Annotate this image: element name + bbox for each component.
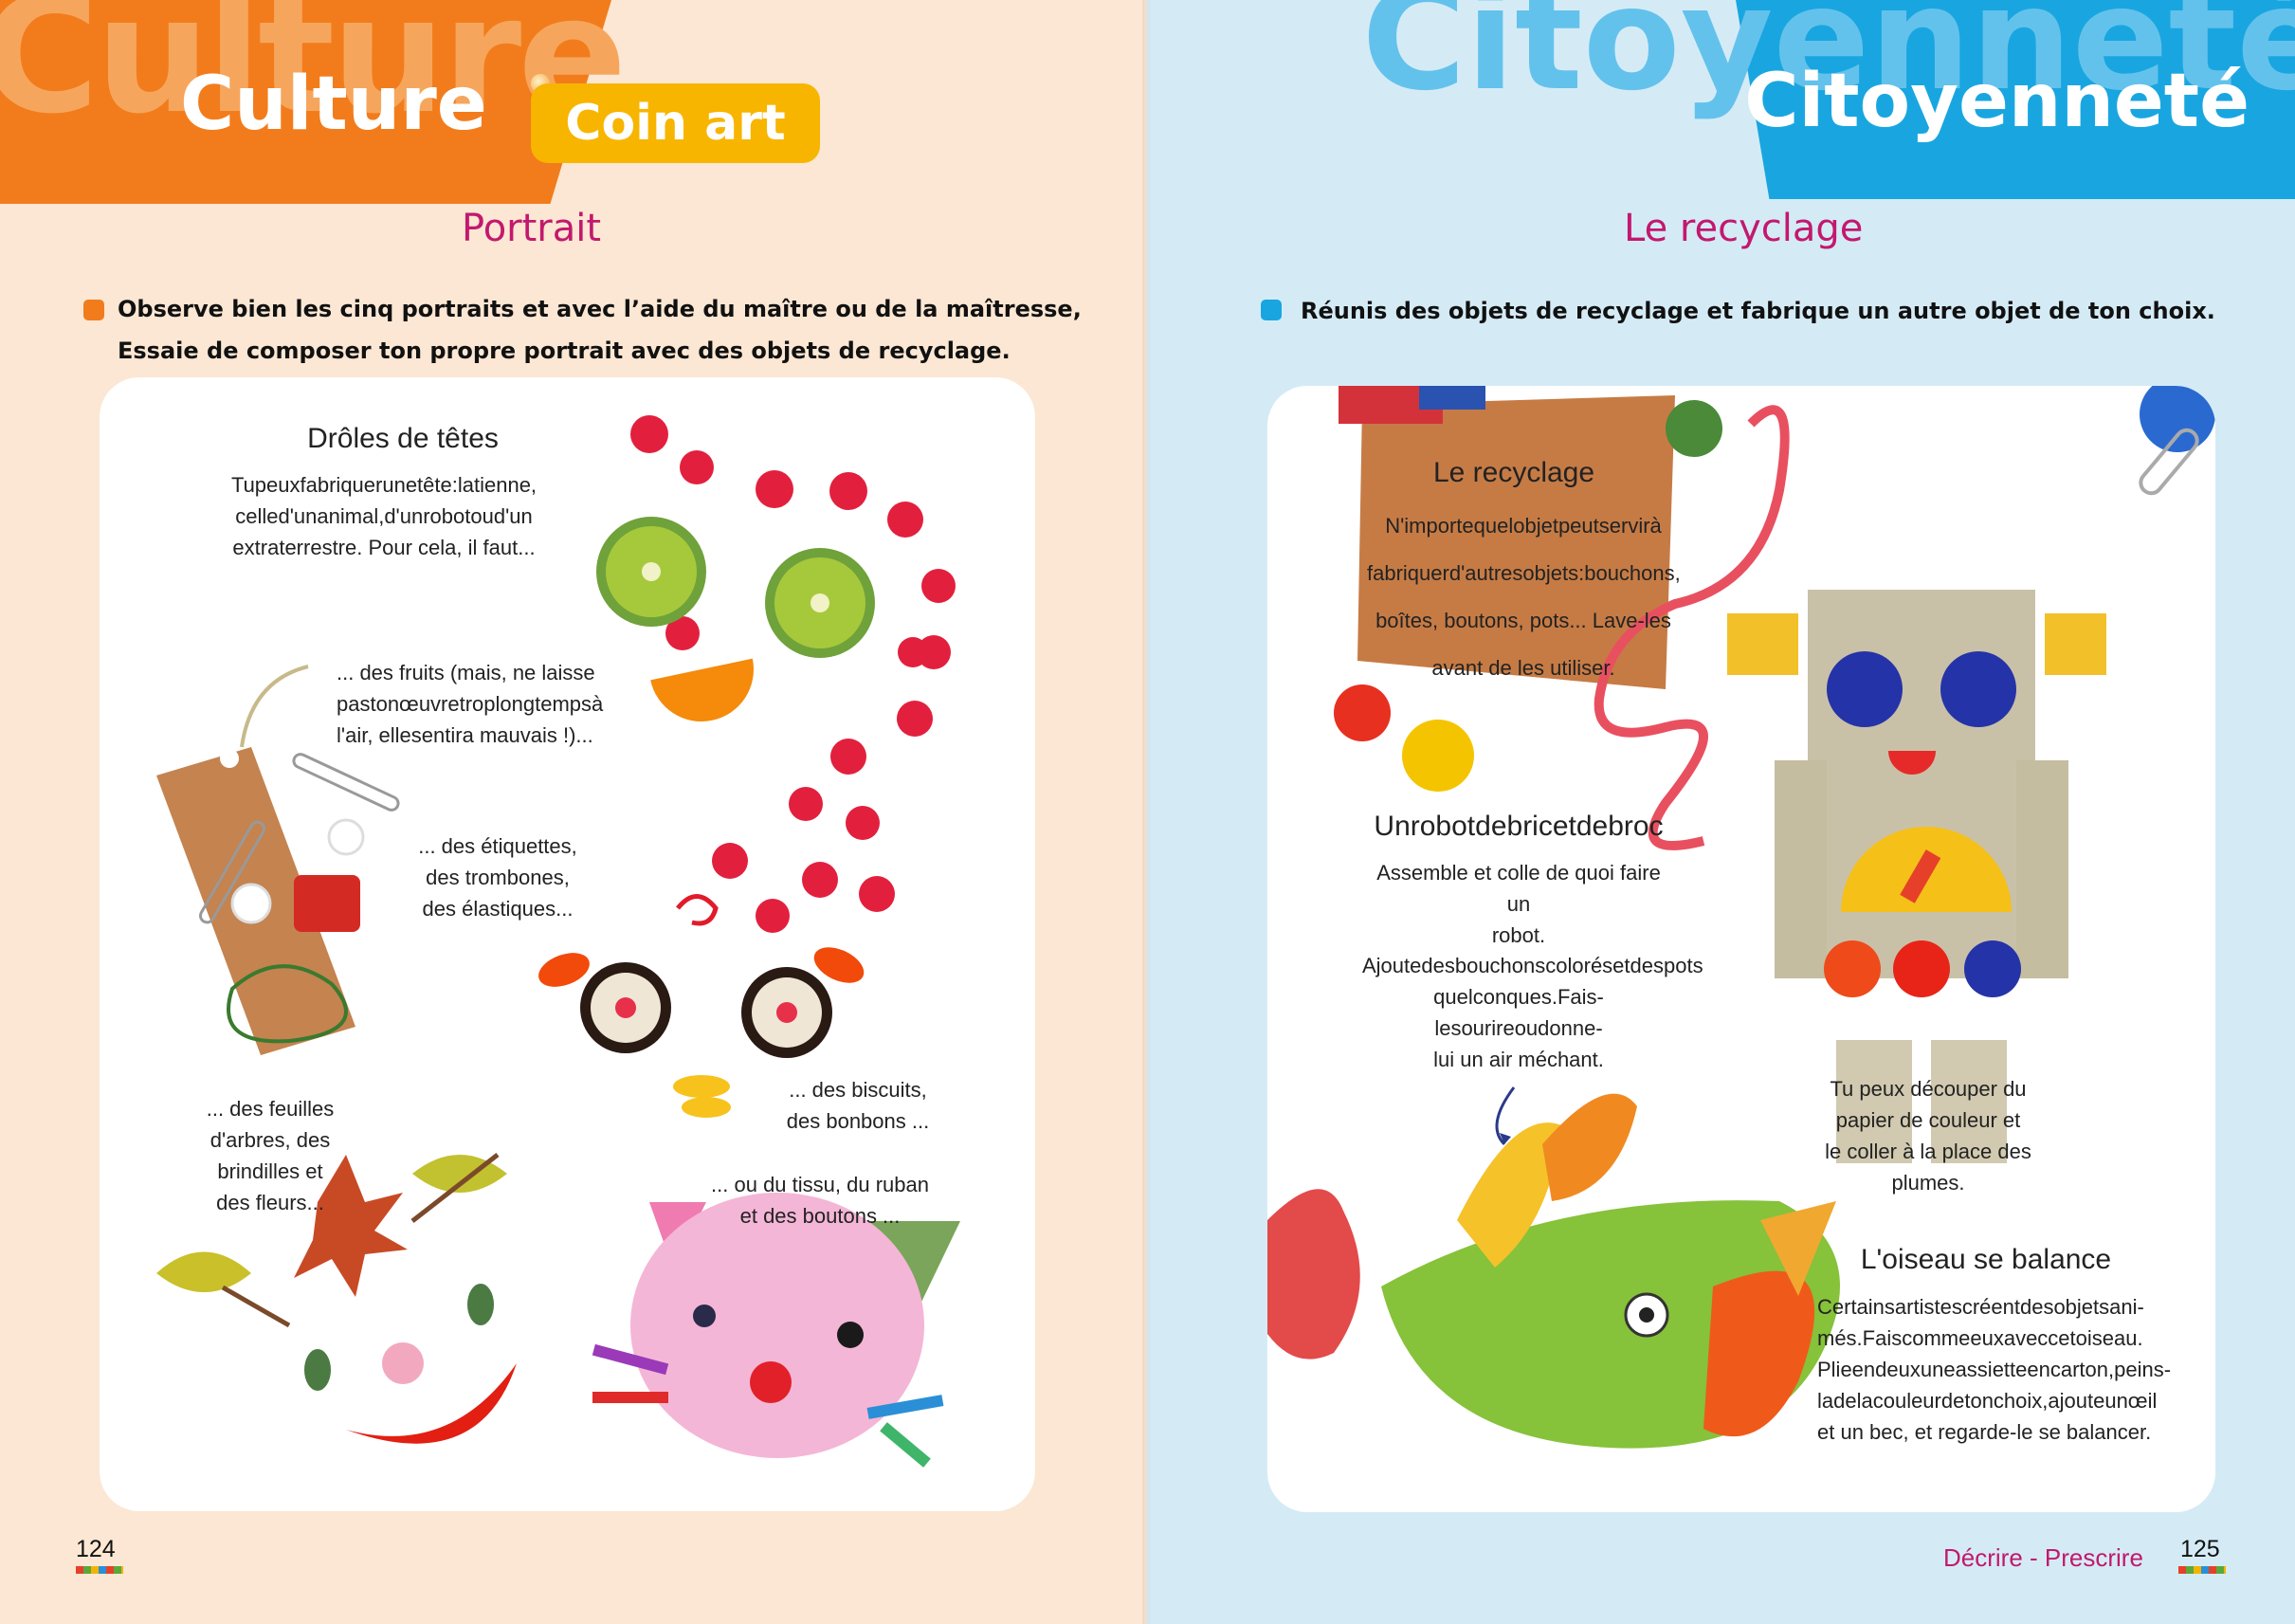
instruction-line-1: Observe bien les cinq portraits et avec …: [118, 296, 1082, 322]
page-number-right: 125: [2180, 1536, 2220, 1562]
section-title-portrait: Portrait: [462, 207, 602, 250]
bird-image: [1267, 1086, 1840, 1449]
robot-line: Assemble et colle de quoi faire un: [1376, 861, 1661, 916]
leaves-caption: ... des feuilles d'arbres, des brindille…: [185, 1093, 355, 1218]
robot-title: Unrobotdebricetdebroc: [1374, 811, 1664, 842]
bullet-icon: [83, 300, 104, 320]
tags-line: des trombones,: [426, 866, 570, 889]
cat-face-image: [592, 1193, 960, 1468]
citoyennete-title: Citoyenneté: [1744, 59, 2249, 144]
card-text-line: avant de les utiliser.: [1431, 656, 1615, 680]
book-gutter: [1142, 0, 1152, 1624]
card-text: N'importequelobjetpeutservirà fabriquerd…: [1367, 502, 1681, 692]
biscuits-caption: ... des biscuits, des bonbons ...: [763, 1074, 953, 1137]
fruits-line: pastonœuvretroplongtempsà: [337, 692, 604, 716]
culture-title: Culture: [180, 62, 487, 147]
paper-line: Tu peux découper du: [1830, 1077, 2027, 1101]
fabric-line: ... ou du tissu, du ruban: [711, 1173, 929, 1196]
instruction-line-2: Essaie de composer ton propre portrait a…: [118, 338, 1011, 364]
red-button-image: [1334, 684, 1391, 741]
tags-caption: ... des étiquettes, des trombones, des é…: [403, 830, 592, 924]
tags-line: ... des étiquettes,: [418, 834, 577, 858]
fabric-line: et des boutons ...: [739, 1204, 901, 1228]
intro-line: celled'unanimal,d'unrobotoud'un: [235, 504, 533, 528]
instruction-line: Réunis des objets de recyclage et fabriq…: [1301, 298, 2215, 324]
yellow-button-image: [1402, 720, 1474, 792]
page-number-decoration: [2178, 1566, 2226, 1574]
bird-line: ladelacouleurdetonchoix,ajouteunœil: [1817, 1389, 2158, 1413]
intro-line: Tupeuxfabriquerunetête:latienne,: [230, 473, 537, 497]
page-number-decoration: [76, 1566, 123, 1574]
bird-line: Plieendeuxuneassietteencarton,peins-: [1817, 1358, 2172, 1381]
card-text-line: fabriquerd'autresobjets:bouchons,: [1367, 561, 1681, 585]
drolesdetetes-title: Drôles de têtes: [307, 423, 499, 454]
biscuits-line: ... des biscuits,: [789, 1078, 927, 1102]
bird-text: Certainsartistescréentdesobjetsani- més.…: [1817, 1291, 2204, 1448]
bird-line: et un bec, et regarde-le se balancer.: [1817, 1420, 2152, 1444]
left-page: Culture Culture Coin art Portrait Observ…: [0, 0, 1147, 1624]
card-text-line: N'importequelobjetpeutservirà: [1385, 514, 1662, 538]
recyclage-panel: Le recyclage N'importequelobjetpeutservi…: [1267, 386, 2215, 1512]
fruits-line: l'air, ellesentira mauvais !)...: [337, 723, 593, 747]
card-title: Le recyclage: [1432, 457, 1595, 488]
fruit-face-image: [596, 415, 956, 933]
paper-text: Tu peux découper du papier de couleur et…: [1810, 1073, 2047, 1198]
bird-line: més.Faiscommeeuxaveccetoiseau.: [1817, 1326, 2143, 1350]
fabric-caption: ... ou du tissu, du ruban et des boutons…: [678, 1169, 962, 1232]
robot-line: quelconques.Fais-lesourireoudonne-: [1433, 985, 1604, 1040]
blue-cap-image: [2140, 386, 2215, 452]
biscuits-line: des bonbons ...: [786, 1109, 930, 1133]
paper-line: plumes.: [1891, 1171, 1965, 1195]
fruits-line: ... des fruits (mais, ne laisse: [337, 661, 595, 684]
bullet-icon: [1261, 300, 1282, 320]
robot-line: robot.: [1491, 923, 1546, 947]
robot-text-1: Assemble et colle de quoi faire un robot…: [1362, 857, 1675, 951]
leaves-line: brindilles et: [217, 1159, 323, 1183]
fruits-caption: ... des fruits (mais, ne laisse pastonœu…: [337, 657, 621, 751]
leaves-line: d'arbres, des: [209, 1128, 331, 1152]
tags-line: des élastiques...: [422, 897, 574, 921]
robot-line: lui un air méchant.: [1433, 1048, 1604, 1071]
paper-line: le coller à la place des: [1825, 1140, 2031, 1163]
page-number-left: 124: [76, 1536, 116, 1562]
robot-line: Ajoutedesbouchonscolorésetdespots: [1362, 954, 1703, 977]
section-title-recyclage: Le recyclage: [1624, 207, 1864, 250]
bird-line: Certainsartistescréentdesobjetsani-: [1817, 1295, 2144, 1319]
intro-line: extraterrestre. Pour cela, il faut...: [232, 536, 536, 559]
card-text-line: boîtes, boutons, pots... Lave-les: [1375, 609, 1671, 632]
leaves-line: ... des feuilles: [206, 1097, 335, 1121]
footer-label: Décrire - Prescrire: [1943, 1543, 2143, 1572]
paper-line: papier de couleur et: [1835, 1108, 2021, 1132]
green-button-image: [1666, 400, 1722, 457]
intro-text: Tupeuxfabriquerunetête:latienne, celled'…: [194, 469, 574, 563]
portrait-panel: Drôles de têtes Tupeuxfabriquerunetête:l…: [100, 377, 1035, 1511]
right-page: Citoyenneté Citoyenneté Le recyclage Réu…: [1147, 0, 2295, 1624]
bird-title: L'oiseau se balance: [1860, 1244, 2112, 1275]
leaves-line: des fleurs...: [216, 1191, 324, 1214]
coin-art-badge: Coin art: [531, 83, 820, 163]
robot-text-2: Ajoutedesbouchonscolorésetdespots quelco…: [1362, 950, 1703, 1075]
